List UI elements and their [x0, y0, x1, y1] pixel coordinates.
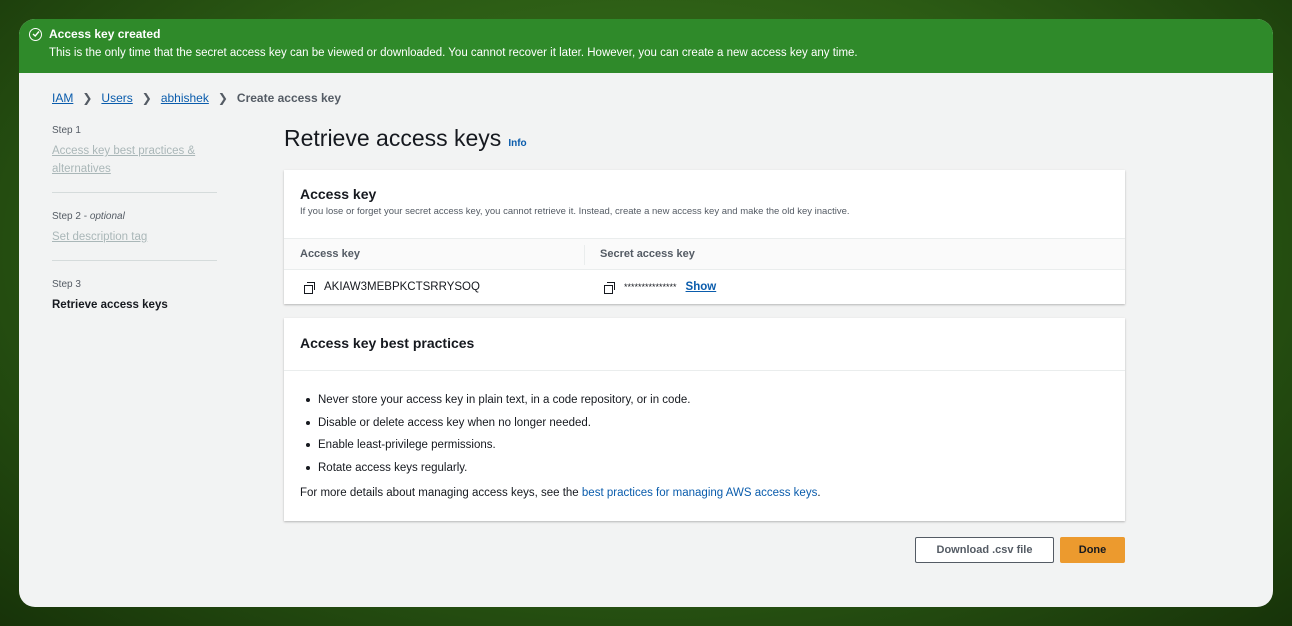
step-optional: optional	[89, 211, 125, 222]
step-2: Step 2 - optional Set description tag	[52, 211, 217, 261]
wizard-actions: Download .csv file Done	[915, 537, 1125, 563]
download-csv-button[interactable]: Download .csv file	[915, 537, 1054, 563]
step-1: Step 1 Access key best practices & alter…	[52, 125, 217, 193]
banner-message: This is the only time that the secret ac…	[49, 47, 858, 59]
chevron-right-icon: ❯	[141, 91, 152, 105]
column-header-secret-key: Secret access key	[600, 248, 695, 260]
breadcrumb: IAM ❯ Users ❯ abhishek ❯ Create access k…	[52, 91, 341, 105]
console-window: Access key created This is the only time…	[19, 19, 1273, 607]
breadcrumb-user[interactable]: abhishek	[161, 91, 209, 105]
chevron-right-icon: ❯	[217, 91, 228, 105]
list-item: Disable or delete access key when no lon…	[300, 412, 1109, 435]
access-key-description: If you lose or forget your secret access…	[300, 206, 850, 217]
table-row: AKIAW3MEBPKCTSRRYSOQ *************** Sho…	[284, 270, 1125, 304]
step-label: Step 1	[52, 125, 81, 136]
more-details-text: For more details about managing access k…	[300, 487, 821, 499]
best-practices-link[interactable]: best practices for managing AWS access k…	[582, 487, 817, 499]
list-item: Rotate access keys regularly.	[300, 457, 1109, 480]
secret-key-masked: ***************	[624, 282, 677, 292]
access-key-value: AKIAW3MEBPKCTSRRYSOQ	[324, 281, 480, 293]
access-key-heading: Access key	[300, 186, 377, 202]
bullet-icon	[306, 398, 310, 403]
best-practices-card: Access key best practices Never store yo…	[284, 318, 1125, 521]
bullet-icon	[306, 420, 310, 425]
step-label: Step 2	[52, 211, 81, 222]
table-header: Access key Secret access key	[284, 238, 1125, 270]
step-3-current: Retrieve access keys	[52, 299, 168, 311]
list-item: Enable least-privilege permissions.	[300, 434, 1109, 457]
breadcrumb-iam[interactable]: IAM	[52, 91, 73, 105]
copy-icon[interactable]	[304, 281, 315, 294]
breadcrumb-users[interactable]: Users	[101, 91, 132, 105]
check-circle-icon	[29, 27, 42, 41]
show-secret-link[interactable]: Show	[686, 281, 717, 293]
access-key-card: Access key If you lose or forget your se…	[284, 170, 1125, 304]
banner-title: Access key created	[49, 27, 161, 41]
list-item: Never store your access key in plain tex…	[300, 389, 1109, 412]
copy-icon[interactable]	[604, 281, 615, 294]
breadcrumb-current: Create access key	[236, 91, 342, 105]
done-button[interactable]: Done	[1060, 537, 1125, 563]
step-2-link[interactable]: Set description tag	[52, 228, 217, 246]
column-divider	[584, 245, 585, 265]
step-1-link[interactable]: Access key best practices & alternatives	[52, 142, 217, 178]
bullet-icon	[306, 465, 310, 470]
wizard-steps: Step 1 Access key best practices & alter…	[52, 125, 217, 346]
page-title: Retrieve access keys	[284, 125, 502, 151]
best-practices-heading: Access key best practices	[300, 335, 475, 351]
step-label: Step 3	[52, 279, 81, 290]
column-header-access-key: Access key	[300, 248, 360, 260]
step-3: Step 3 Retrieve access keys	[52, 279, 217, 328]
bullet-icon	[306, 443, 310, 448]
success-banner: Access key created This is the only time…	[19, 19, 1273, 73]
info-link[interactable]: Info	[508, 138, 526, 149]
best-practices-list: Never store your access key in plain tex…	[300, 389, 1109, 479]
chevron-right-icon: ❯	[82, 91, 93, 105]
